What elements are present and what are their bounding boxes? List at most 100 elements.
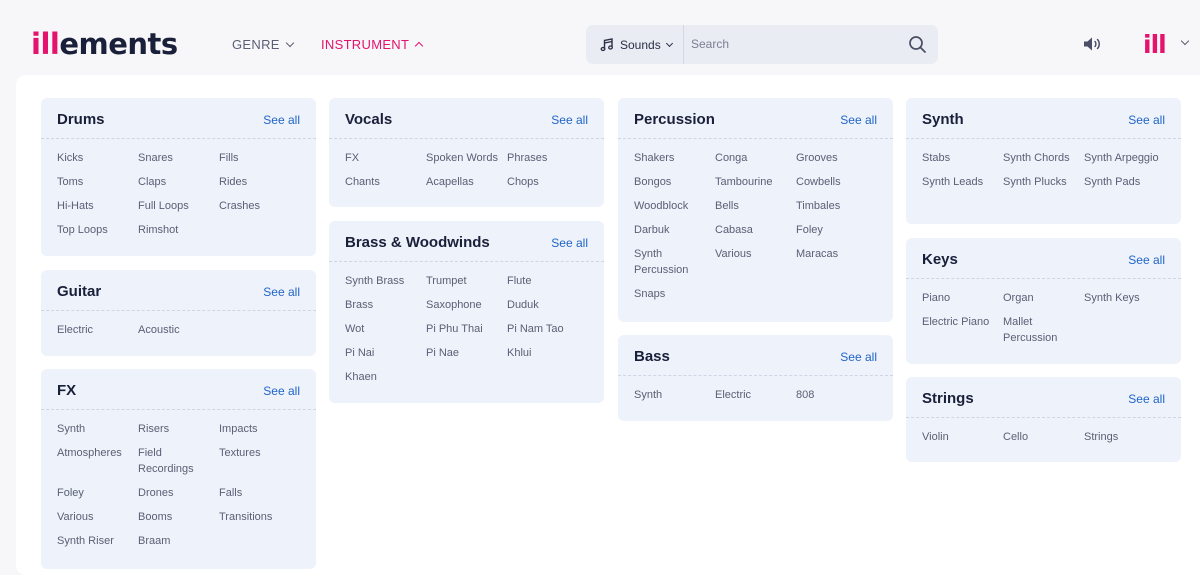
- category-item[interactable]: Spoken Words: [426, 150, 507, 166]
- category-item[interactable]: Various: [715, 246, 796, 278]
- card-title[interactable]: FX: [57, 382, 76, 399]
- see-all-link[interactable]: See all: [840, 350, 877, 364]
- category-item[interactable]: Crashes: [219, 198, 300, 214]
- see-all-link[interactable]: See all: [263, 285, 300, 299]
- card-title[interactable]: Drums: [57, 111, 105, 128]
- category-item[interactable]: Claps: [138, 174, 219, 190]
- category-item[interactable]: Bells: [715, 198, 796, 214]
- category-item[interactable]: Falls: [219, 485, 300, 501]
- category-item[interactable]: Organ: [1003, 290, 1084, 306]
- search-icon[interactable]: [908, 35, 927, 54]
- category-item[interactable]: Trumpet: [426, 273, 507, 289]
- nav-genre[interactable]: GENRE: [232, 37, 294, 52]
- card-title[interactable]: Brass & Woodwinds: [345, 234, 490, 251]
- card-title[interactable]: Bass: [634, 348, 670, 365]
- search-input[interactable]: [691, 33, 891, 55]
- category-item[interactable]: Drones: [138, 485, 219, 501]
- category-item[interactable]: Timbales: [796, 198, 877, 214]
- category-item[interactable]: Darbuk: [634, 222, 715, 238]
- category-item[interactable]: Rimshot: [138, 222, 219, 238]
- category-item[interactable]: Hi-Hats: [57, 198, 138, 214]
- category-item[interactable]: Brass: [345, 297, 426, 313]
- category-item[interactable]: Synth Keys: [1084, 290, 1165, 306]
- category-item[interactable]: Conga: [715, 150, 796, 166]
- category-item[interactable]: Acoustic: [138, 322, 219, 338]
- category-item[interactable]: Fills: [219, 150, 300, 166]
- category-item[interactable]: Phrases: [507, 150, 588, 166]
- category-item[interactable]: Strings: [1084, 429, 1165, 445]
- see-all-link[interactable]: See all: [840, 113, 877, 127]
- category-item[interactable]: Khlui: [507, 345, 588, 361]
- nav-instrument[interactable]: INSTRUMENT: [321, 37, 424, 52]
- card-title[interactable]: Keys: [922, 251, 958, 268]
- category-item[interactable]: Synth Plucks: [1003, 174, 1084, 190]
- see-all-link[interactable]: See all: [551, 113, 588, 127]
- category-item[interactable]: Cello: [1003, 429, 1084, 445]
- see-all-link[interactable]: See all: [1128, 253, 1165, 267]
- category-item[interactable]: Bongos: [634, 174, 715, 190]
- category-item[interactable]: Impacts: [219, 421, 300, 437]
- see-all-link[interactable]: See all: [263, 384, 300, 398]
- category-item[interactable]: Cowbells: [796, 174, 877, 190]
- category-item[interactable]: Maracas: [796, 246, 877, 278]
- category-item[interactable]: Chops: [507, 174, 588, 190]
- category-item[interactable]: Woodblock: [634, 198, 715, 214]
- category-item[interactable]: Cabasa: [715, 222, 796, 238]
- category-item[interactable]: Shakers: [634, 150, 715, 166]
- volume-icon[interactable]: [1083, 36, 1102, 52]
- category-item[interactable]: Synth Leads: [922, 174, 1003, 190]
- category-item[interactable]: Atmospheres: [57, 445, 138, 477]
- category-item[interactable]: Tambourine: [715, 174, 796, 190]
- category-item[interactable]: Field Recordings: [138, 445, 219, 477]
- category-item[interactable]: Stabs: [922, 150, 1003, 166]
- category-item[interactable]: Toms: [57, 174, 138, 190]
- card-title[interactable]: Guitar: [57, 283, 101, 300]
- chevron-down-icon[interactable]: [1180, 36, 1190, 46]
- category-item[interactable]: Transitions: [219, 509, 300, 525]
- category-item[interactable]: Foley: [57, 485, 138, 501]
- category-item[interactable]: Synth Percussion: [634, 246, 715, 278]
- user-avatar[interactable]: ill: [1143, 32, 1167, 57]
- category-item[interactable]: Synth Brass: [345, 273, 426, 289]
- category-item[interactable]: Synth Pads: [1084, 174, 1165, 190]
- category-item[interactable]: Pi Phu Thai: [426, 321, 507, 337]
- category-item[interactable]: Synth Chords: [1003, 150, 1084, 166]
- category-item[interactable]: Violin: [922, 429, 1003, 445]
- category-item[interactable]: Top Loops: [57, 222, 138, 238]
- category-item[interactable]: Synth: [634, 387, 715, 403]
- category-item[interactable]: 808: [796, 387, 877, 403]
- card-title[interactable]: Vocals: [345, 111, 392, 128]
- category-item[interactable]: Wot: [345, 321, 426, 337]
- category-item[interactable]: Saxophone: [426, 297, 507, 313]
- category-item[interactable]: Mallet Percussion: [1003, 314, 1084, 346]
- category-item[interactable]: Grooves: [796, 150, 877, 166]
- category-item[interactable]: Flute: [507, 273, 588, 289]
- see-all-link[interactable]: See all: [551, 236, 588, 250]
- category-item[interactable]: Pi Nam Tao: [507, 321, 588, 337]
- category-item[interactable]: Snaps: [634, 286, 715, 302]
- category-item[interactable]: Rides: [219, 174, 300, 190]
- category-item[interactable]: Booms: [138, 509, 219, 525]
- category-item[interactable]: Foley: [796, 222, 877, 238]
- category-item[interactable]: Snares: [138, 150, 219, 166]
- category-item[interactable]: Kicks: [57, 150, 138, 166]
- category-item[interactable]: Pi Nae: [426, 345, 507, 361]
- category-item[interactable]: Braam: [138, 533, 219, 549]
- see-all-link[interactable]: See all: [1128, 113, 1165, 127]
- category-item[interactable]: Pi Nai: [345, 345, 426, 361]
- category-item[interactable]: Synth Arpeggio: [1084, 150, 1165, 166]
- category-item[interactable]: Electric: [715, 387, 796, 403]
- category-item[interactable]: Synth: [57, 421, 138, 437]
- search-category-dropdown[interactable]: Sounds: [600, 25, 673, 64]
- category-item[interactable]: Acapellas: [426, 174, 507, 190]
- category-item[interactable]: Electric Piano: [922, 314, 1003, 346]
- category-item[interactable]: Textures: [219, 445, 300, 477]
- category-item[interactable]: Synth Riser: [57, 533, 138, 549]
- category-item[interactable]: FX: [345, 150, 426, 166]
- see-all-link[interactable]: See all: [1128, 392, 1165, 406]
- category-item[interactable]: Duduk: [507, 297, 588, 313]
- category-item[interactable]: Piano: [922, 290, 1003, 306]
- category-item[interactable]: Chants: [345, 174, 426, 190]
- category-item[interactable]: Khaen: [345, 369, 426, 385]
- card-title[interactable]: Synth: [922, 111, 964, 128]
